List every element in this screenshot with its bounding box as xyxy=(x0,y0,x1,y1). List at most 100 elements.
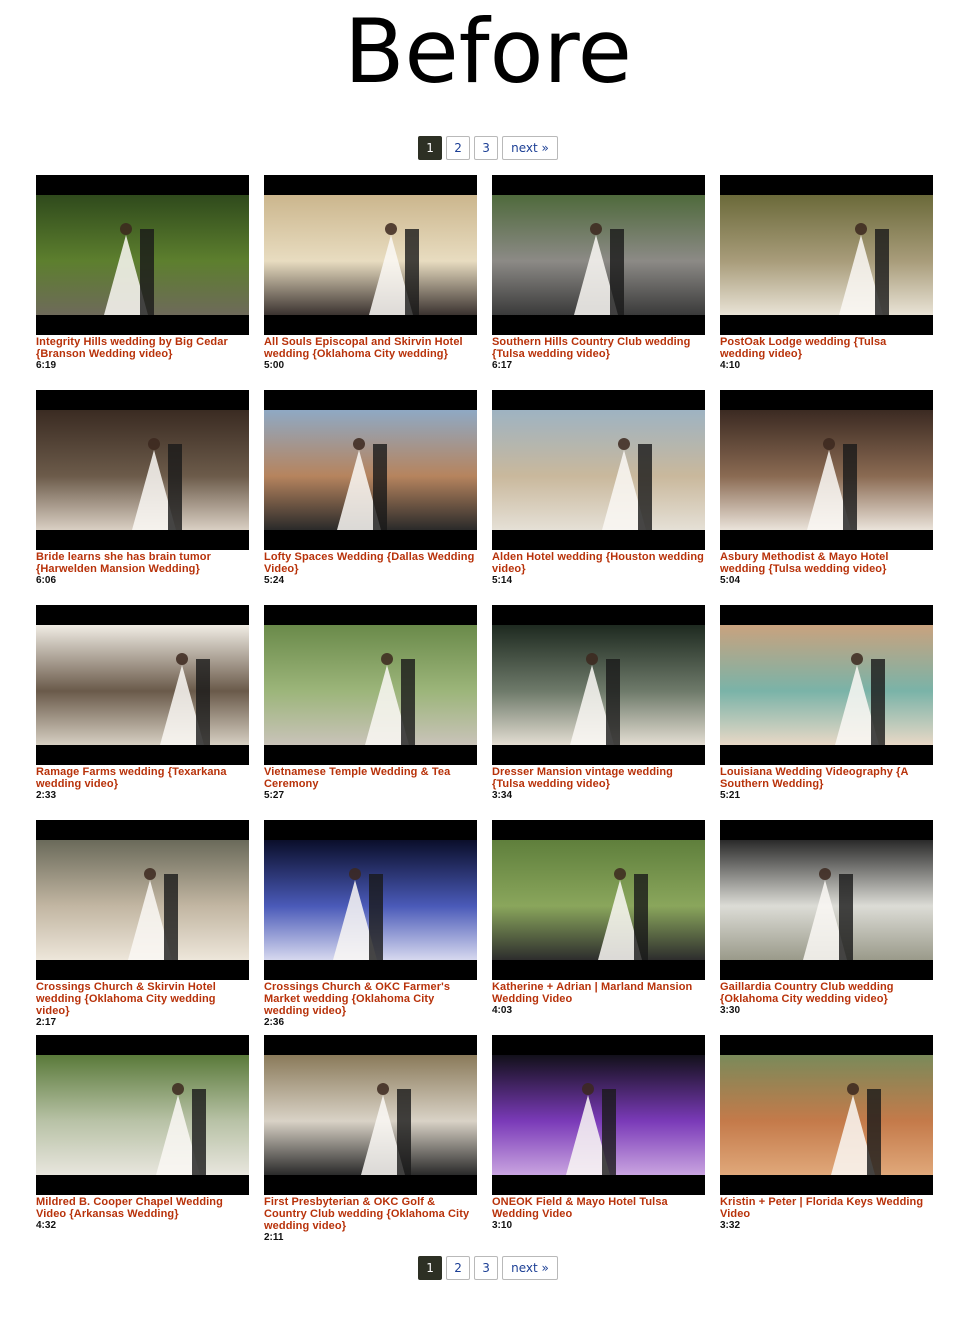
thumbnail-scene xyxy=(602,438,652,530)
video-card[interactable]: Bride learns she has brain tumor {Harwel… xyxy=(36,390,249,605)
video-title-link[interactable]: ONEOK Field & Mayo Hotel Tulsa Wedding V… xyxy=(492,1196,705,1220)
video-thumbnail[interactable] xyxy=(492,820,705,980)
video-thumbnail[interactable] xyxy=(264,605,477,765)
thumbnail-scene xyxy=(337,438,387,530)
video-card[interactable]: Southern Hills Country Club wedding {Tul… xyxy=(492,175,705,390)
video-thumbnail[interactable] xyxy=(264,390,477,550)
video-duration: 3:32 xyxy=(720,1220,741,1231)
video-thumbnail[interactable] xyxy=(36,605,249,765)
video-title-link[interactable]: All Souls Episcopal and Skirvin Hotel we… xyxy=(264,336,477,360)
video-title-link[interactable]: First Presbyterian & OKC Golf & Country … xyxy=(264,1196,477,1232)
thumbnail-scene xyxy=(598,868,648,960)
video-card[interactable]: ONEOK Field & Mayo Hotel Tulsa Wedding V… xyxy=(492,1035,705,1250)
page-link-2[interactable]: 2 xyxy=(446,1256,471,1280)
video-duration: 2:33 xyxy=(36,790,57,801)
video-title-link[interactable]: Crossings Church & Skirvin Hotel wedding… xyxy=(36,981,249,1017)
thumbnail-image xyxy=(492,625,705,745)
video-title-link[interactable]: PostOak Lodge wedding {Tulsa wedding vid… xyxy=(720,336,933,360)
video-card[interactable]: Kristin + Peter | Florida Keys Wedding V… xyxy=(720,1035,933,1250)
video-duration: 4:10 xyxy=(720,360,741,371)
video-thumbnail[interactable] xyxy=(264,175,477,335)
video-thumbnail[interactable] xyxy=(720,1035,933,1195)
video-thumbnail[interactable] xyxy=(36,175,249,335)
thumbnail-scene xyxy=(807,438,857,530)
video-thumbnail[interactable] xyxy=(720,175,933,335)
page-heading: Before xyxy=(344,0,632,103)
video-card[interactable]: Katherine + Adrian | Marland Mansion Wed… xyxy=(492,820,705,1035)
video-title-link[interactable]: Alden Hotel wedding {Houston wedding vid… xyxy=(492,551,705,575)
video-card[interactable]: Lofty Spaces Wedding {Dallas Wedding Vid… xyxy=(264,390,477,605)
video-title-link[interactable]: Gaillardia Country Club wedding {Oklahom… xyxy=(720,981,933,1005)
video-card[interactable]: All Souls Episcopal and Skirvin Hotel we… xyxy=(264,175,477,390)
video-title-link[interactable]: Dresser Mansion vintage wedding {Tulsa w… xyxy=(492,766,705,790)
thumbnail-image xyxy=(36,195,249,315)
thumbnail-scene xyxy=(156,1083,206,1175)
thumbnail-scene xyxy=(574,223,624,315)
thumbnail-image xyxy=(36,410,249,530)
video-duration: 5:24 xyxy=(264,575,285,586)
video-duration: 5:27 xyxy=(264,790,285,801)
next-page-link[interactable]: next » xyxy=(502,136,558,160)
video-thumbnail[interactable] xyxy=(36,820,249,980)
video-card[interactable]: Alden Hotel wedding {Houston wedding vid… xyxy=(492,390,705,605)
thumbnail-scene xyxy=(365,653,415,745)
video-thumbnail[interactable] xyxy=(492,175,705,335)
video-thumbnail[interactable] xyxy=(492,605,705,765)
video-title-link[interactable]: Southern Hills Country Club wedding {Tul… xyxy=(492,336,705,360)
video-thumbnail[interactable] xyxy=(720,820,933,980)
video-card[interactable]: Integrity Hills wedding by Big Cedar {Br… xyxy=(36,175,249,390)
thumbnail-image xyxy=(720,1055,933,1175)
video-title-link[interactable]: Kristin + Peter | Florida Keys Wedding V… xyxy=(720,1196,933,1220)
video-thumbnail[interactable] xyxy=(264,820,477,980)
video-title-link[interactable]: Lofty Spaces Wedding {Dallas Wedding Vid… xyxy=(264,551,477,575)
video-duration: 6:17 xyxy=(492,360,513,371)
video-duration: 5:04 xyxy=(720,575,741,586)
video-title-link[interactable]: Katherine + Adrian | Marland Mansion Wed… xyxy=(492,981,705,1005)
video-thumbnail[interactable] xyxy=(720,390,933,550)
video-thumbnail[interactable] xyxy=(492,390,705,550)
thumbnail-image xyxy=(36,840,249,960)
page-link-3[interactable]: 3 xyxy=(474,136,499,160)
video-card[interactable]: Gaillardia Country Club wedding {Oklahom… xyxy=(720,820,933,1035)
video-duration: 2:17 xyxy=(36,1017,57,1028)
page-link-1[interactable]: 1 xyxy=(418,1256,443,1280)
next-page-link[interactable]: next » xyxy=(502,1256,558,1280)
video-thumbnail[interactable] xyxy=(36,1035,249,1195)
video-title-link[interactable]: Asbury Methodist & Mayo Hotel wedding {T… xyxy=(720,551,933,575)
thumbnail-scene xyxy=(831,1083,881,1175)
video-thumbnail[interactable] xyxy=(36,390,249,550)
video-title-link[interactable]: Louisiana Wedding Videography {A Souther… xyxy=(720,766,933,790)
video-duration: 4:03 xyxy=(492,1005,513,1016)
video-thumbnail[interactable] xyxy=(264,1035,477,1195)
video-title-link[interactable]: Ramage Farms wedding {Texarkana wedding … xyxy=(36,766,249,790)
video-card[interactable]: Mildred B. Cooper Chapel Wedding Video {… xyxy=(36,1035,249,1250)
video-card[interactable]: Louisiana Wedding Videography {A Souther… xyxy=(720,605,933,820)
video-card[interactable]: Asbury Methodist & Mayo Hotel wedding {T… xyxy=(720,390,933,605)
page-link-2[interactable]: 2 xyxy=(446,136,471,160)
video-card[interactable]: Ramage Farms wedding {Texarkana wedding … xyxy=(36,605,249,820)
video-title-link[interactable]: Vietnamese Temple Wedding & Tea Ceremony xyxy=(264,766,477,790)
thumbnail-scene xyxy=(333,868,383,960)
video-card[interactable]: First Presbyterian & OKC Golf & Country … xyxy=(264,1035,477,1250)
video-thumbnail[interactable] xyxy=(492,1035,705,1195)
video-card[interactable]: Vietnamese Temple Wedding & Tea Ceremony… xyxy=(264,605,477,820)
video-duration: 4:32 xyxy=(36,1220,57,1231)
video-title-link[interactable]: Mildred B. Cooper Chapel Wedding Video {… xyxy=(36,1196,249,1220)
video-title-link[interactable]: Crossings Church & OKC Farmer's Market w… xyxy=(264,981,477,1017)
thumbnail-image xyxy=(720,410,933,530)
video-card[interactable]: Crossings Church & Skirvin Hotel wedding… xyxy=(36,820,249,1035)
thumbnail-scene xyxy=(369,223,419,315)
page-link-1[interactable]: 1 xyxy=(418,136,443,160)
thumbnail-image xyxy=(264,625,477,745)
video-title-link[interactable]: Bride learns she has brain tumor {Harwel… xyxy=(36,551,249,575)
video-card[interactable]: PostOak Lodge wedding {Tulsa wedding vid… xyxy=(720,175,933,390)
video-card[interactable]: Dresser Mansion vintage wedding {Tulsa w… xyxy=(492,605,705,820)
video-card[interactable]: Crossings Church & OKC Farmer's Market w… xyxy=(264,820,477,1035)
thumbnail-image xyxy=(264,410,477,530)
video-duration: 3:10 xyxy=(492,1220,513,1231)
thumbnail-scene xyxy=(835,653,885,745)
video-thumbnail[interactable] xyxy=(720,605,933,765)
page-link-3[interactable]: 3 xyxy=(474,1256,499,1280)
video-grid: Integrity Hills wedding by Big Cedar {Br… xyxy=(36,175,933,1250)
video-title-link[interactable]: Integrity Hills wedding by Big Cedar {Br… xyxy=(36,336,249,360)
